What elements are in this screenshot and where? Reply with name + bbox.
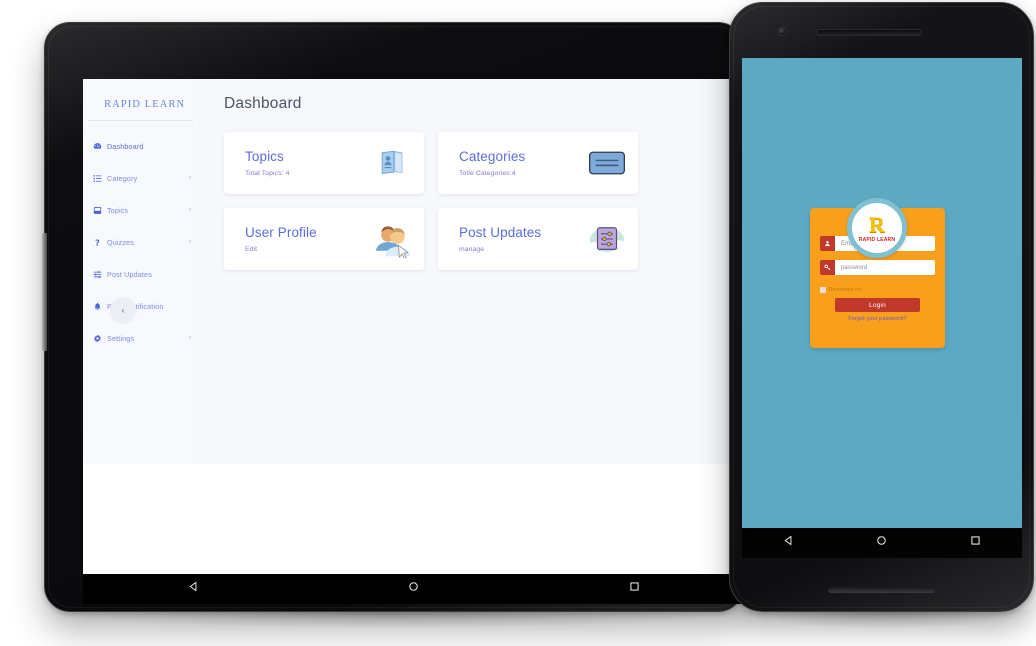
chevron-right-icon: › [188, 239, 191, 245]
sidebar-item-quizzes[interactable]: ? Quizzes › [83, 226, 198, 258]
chevron-left-icon: ‹ [121, 305, 125, 315]
sidebar-item-label: Category [107, 173, 138, 183]
password-field-row[interactable]: password [820, 260, 935, 275]
forgot-password-link[interactable]: Forgot your password? [810, 316, 945, 322]
back-icon[interactable] [187, 580, 200, 598]
card-post-updates[interactable]: Post Updates manage [438, 208, 638, 270]
sidebar-item-topics[interactable]: Topics › [83, 194, 198, 226]
sidebar-item-label: Topics [107, 205, 129, 215]
sidebar-item-post-updates[interactable]: Post Updates [83, 258, 198, 290]
user-icon [820, 236, 835, 251]
svg-text:?: ? [95, 238, 100, 247]
chevron-right-icon: › [188, 175, 191, 181]
list-icon [91, 174, 104, 183]
chevron-right-icon: › [188, 335, 191, 341]
tablet-side-button[interactable] [41, 233, 47, 351]
card-subtitle: Total Topics: 4 [245, 170, 290, 178]
earpiece-speaker [816, 29, 922, 36]
card-title: Post Updates [459, 224, 542, 240]
card-text: Topics Total Topics: 4 [245, 149, 289, 178]
login-button-label: Login [869, 301, 886, 309]
gear-icon [91, 334, 104, 343]
tablet-android-navbar [83, 574, 745, 604]
recents-icon[interactable] [628, 580, 641, 598]
home-icon[interactable] [407, 580, 420, 598]
card-subtitle: Totle Categories:4 [459, 170, 516, 178]
remember-me-checkbox[interactable] [820, 287, 826, 293]
tachometer-icon [91, 142, 104, 151]
admin-app-shell: RAPID LEARN Dashboard Category › Topics … [83, 79, 745, 464]
sidebar-item-settings[interactable]: Settings › [83, 322, 198, 354]
sidebar-collapse-button[interactable]: ‹ [110, 297, 136, 323]
login-button[interactable]: Login [835, 298, 920, 312]
chevron-right-icon: › [188, 207, 191, 213]
recents-icon[interactable] [969, 534, 982, 552]
front-camera-icon [778, 27, 787, 36]
main-content: Dashboard Topics Total Topics: 4 Categor… [198, 79, 745, 464]
dashboard-card-grid: Topics Total Topics: 4 Categories Totle … [224, 132, 654, 270]
question-icon: ? [91, 238, 104, 247]
document-settings-icon [585, 217, 629, 261]
sidebar: RAPID LEARN Dashboard Category › Topics … [83, 79, 198, 464]
sidebar-item-label: Post Updates [107, 269, 152, 279]
card-title: Categories [459, 148, 526, 164]
page-title: Dashboard [224, 95, 302, 112]
remember-me-row[interactable]: Remember me [820, 287, 862, 293]
card-categories[interactable]: Categories Totle Categories:4 [438, 132, 638, 194]
card-subtitle: Edit [245, 246, 258, 254]
card-stack-icon [585, 141, 629, 185]
card-title: User Profile [245, 224, 317, 240]
sidebar-item-dashboard[interactable]: Dashboard [83, 130, 198, 162]
sidebar-item-label: Quizzes [107, 237, 135, 247]
card-user-profile[interactable]: User Profile Edit [224, 208, 424, 270]
tablet-floor-shadow [46, 612, 736, 628]
tablet-screen: RAPID LEARN Dashboard Category › Topics … [83, 79, 745, 574]
bell-icon [91, 302, 104, 311]
phone-android-navbar [742, 528, 1022, 558]
card-text: Categories Totle Categories:4 [459, 149, 525, 178]
app-logo-badge: R RAPID LEARN [847, 198, 907, 258]
card-topics[interactable]: Topics Total Topics: 4 [224, 132, 424, 194]
tablet-device: RAPID LEARN Dashboard Category › Topics … [41, 22, 745, 612]
sliders-icon [91, 270, 104, 279]
card-text: User Profile Edit [245, 225, 317, 254]
page-bottom-whitespace [83, 464, 745, 574]
sidebar-item-category[interactable]: Category › [83, 162, 198, 194]
home-icon[interactable] [875, 534, 888, 552]
card-title: Topics [245, 148, 284, 164]
logo-letter: R [869, 211, 885, 237]
sidebar-item-label: Dashboard [107, 141, 144, 151]
book-icon [91, 206, 104, 215]
sidebar-item-push-notification[interactable]: Push Notification [83, 290, 198, 322]
key-icon [820, 260, 835, 275]
back-icon[interactable] [782, 534, 795, 552]
phone-floor-shadow [733, 610, 1033, 628]
card-subtitle: manage [459, 246, 485, 254]
logo-wordmark: RAPID LEARN [858, 236, 896, 243]
users-cursor-icon [371, 217, 415, 261]
phone-chin-speaker [828, 587, 935, 593]
phone-device: Email id password Remember me Login Forg… [729, 2, 1034, 612]
brochure-icon [371, 141, 415, 185]
sidebar-item-label: Settings [107, 333, 135, 343]
phone-screen: Email id password Remember me Login Forg… [742, 58, 1022, 528]
card-text: Post Updates manage [459, 225, 541, 254]
screenshot-stage: RAPID LEARN Dashboard Category › Topics … [0, 0, 1036, 646]
password-input[interactable]: password [835, 260, 935, 275]
sidebar-divider [88, 120, 193, 121]
remember-me-label: Remember me [829, 287, 863, 293]
app-brand-title: RAPID LEARN [104, 99, 186, 110]
